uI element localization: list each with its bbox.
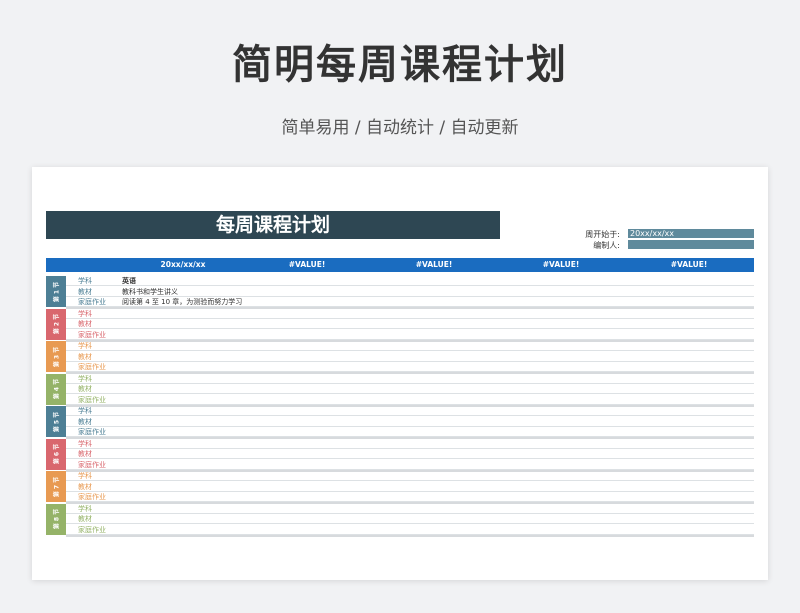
period-row-subject[interactable]: 学科 bbox=[66, 341, 754, 351]
material-value[interactable]: 教科书和学生讲义 bbox=[122, 287, 178, 297]
period-tag-label: 第 1 节 bbox=[53, 281, 61, 302]
homework-label: 家庭作业 bbox=[78, 525, 106, 534]
period-row-homework[interactable]: 家庭作业 bbox=[66, 460, 754, 470]
period-tag: 第 1 节 bbox=[46, 276, 66, 307]
homework-label: 家庭作业 bbox=[78, 428, 106, 436]
period-tag: 第 8 节 bbox=[46, 503, 66, 535]
subject-label: 学科 bbox=[78, 342, 92, 350]
period-section: 第 5 节 学科教材家庭作业 bbox=[46, 406, 754, 437]
period-row-subject[interactable]: 学科 bbox=[66, 406, 754, 416]
period-row-homework[interactable]: 家庭作业 bbox=[66, 427, 754, 437]
material-label: 教材 bbox=[78, 320, 92, 328]
material-label: 教材 bbox=[78, 417, 92, 426]
period-row-subject[interactable]: 学科 bbox=[66, 439, 754, 449]
period-row-subject[interactable]: 学科 bbox=[66, 471, 754, 481]
page-title: 简明每周课程计划 bbox=[232, 42, 568, 88]
header-date-3: #VALUE! bbox=[415, 260, 453, 269]
period-tag-label: 第 6 节 bbox=[53, 443, 61, 465]
week-start-label: 周开始于: bbox=[585, 230, 620, 239]
period-tag-label: 第 3 节 bbox=[53, 346, 61, 367]
subject-label: 学科 bbox=[78, 439, 92, 448]
subject-label: 学科 bbox=[78, 277, 92, 285]
period-row-material[interactable]: 教材 bbox=[66, 449, 754, 459]
period-row-material[interactable]: 教材 bbox=[66, 514, 754, 524]
week-start-field[interactable]: 20xx/xx/xx bbox=[628, 229, 754, 238]
period-row-homework[interactable]: 家庭作业 bbox=[66, 525, 754, 535]
material-label: 教材 bbox=[78, 482, 92, 491]
material-label: 教材 bbox=[78, 287, 92, 296]
period-tag: 第 4 节 bbox=[46, 373, 66, 405]
period-section: 第 6 节 学科教材家庭作业 bbox=[46, 438, 754, 470]
period-row-homework[interactable]: 家庭作业 阅读第 4 至 10 章，为测验而努力学习 bbox=[66, 297, 754, 307]
period-section: 第 8 节 学科教材家庭作业 bbox=[46, 503, 754, 535]
period-row-material[interactable]: 教材 教科书和学生讲义 bbox=[66, 287, 754, 297]
subject-value[interactable]: 英语 bbox=[122, 276, 136, 286]
period-section: 第 3 节 学科教材家庭作业 bbox=[46, 341, 754, 372]
section-divider bbox=[66, 534, 754, 537]
period-row-homework[interactable]: 家庭作业 bbox=[66, 492, 754, 502]
period-row-material[interactable]: 教材 bbox=[66, 482, 754, 492]
homework-label: 家庭作业 bbox=[78, 460, 106, 469]
header-date-1: 20xx/xx/xx bbox=[160, 260, 206, 269]
period-tag: 第 6 节 bbox=[46, 438, 66, 470]
period-section: 第 1 节 学科 英语教材 教科书和学生讲义家庭作业 阅读第 4 至 10 章，为测验而… bbox=[46, 276, 754, 307]
period-tag-label: 第 2 节 bbox=[53, 313, 61, 335]
period-tag: 第 2 节 bbox=[46, 308, 66, 340]
planner-sheet: 每周课程计划 周开始于: 20xx/xx/xx 编制人: 20xx/xx/xx … bbox=[32, 167, 768, 580]
header-date-2: #VALUE! bbox=[288, 260, 326, 269]
period-section: 第 2 节 学科教材家庭作业 bbox=[46, 308, 754, 340]
subject-label: 学科 bbox=[78, 374, 92, 383]
homework-label: 家庭作业 bbox=[78, 395, 106, 404]
period-row-homework[interactable]: 家庭作业 bbox=[66, 362, 754, 372]
period-tag: 第 3 节 bbox=[46, 341, 66, 372]
period-tag-label: 第 4 节 bbox=[53, 378, 61, 400]
page-subtitle: 简单易用 / 自动统计 / 自动更新 bbox=[281, 118, 519, 138]
period-row-subject[interactable]: 学科 英语 bbox=[66, 276, 754, 286]
period-row-homework[interactable]: 家庭作业 bbox=[66, 330, 754, 340]
period-row-homework[interactable]: 家庭作业 bbox=[66, 395, 754, 405]
subject-label: 学科 bbox=[78, 407, 92, 415]
period-tag-label: 第 5 节 bbox=[53, 411, 61, 432]
period-row-subject[interactable]: 学科 bbox=[66, 309, 754, 319]
period-tag: 第 5 节 bbox=[46, 406, 66, 437]
period-tag-label: 第 8 节 bbox=[53, 508, 61, 530]
homework-value[interactable]: 阅读第 4 至 10 章，为测验而努力学习 bbox=[122, 297, 242, 307]
editor-field[interactable] bbox=[628, 240, 754, 249]
homework-label: 家庭作业 bbox=[78, 330, 106, 339]
homework-label: 家庭作业 bbox=[78, 298, 106, 306]
period-row-subject[interactable]: 学科 bbox=[66, 504, 754, 514]
material-label: 教材 bbox=[78, 385, 92, 393]
subject-label: 学科 bbox=[78, 504, 92, 513]
subject-label: 学科 bbox=[78, 309, 92, 318]
period-tag: 第 7 节 bbox=[46, 471, 66, 502]
sheet-banner-title: 每周课程计划 bbox=[46, 211, 500, 239]
material-label: 教材 bbox=[78, 352, 92, 361]
editor-label: 编制人: bbox=[593, 241, 620, 250]
material-label: 教材 bbox=[78, 515, 92, 523]
homework-label: 家庭作业 bbox=[78, 493, 106, 501]
period-row-material[interactable]: 教材 bbox=[66, 319, 754, 329]
header-date-4: #VALUE! bbox=[542, 260, 580, 269]
period-row-material[interactable]: 教材 bbox=[66, 384, 754, 394]
period-row-material[interactable]: 教材 bbox=[66, 417, 754, 427]
period-row-material[interactable]: 教材 bbox=[66, 352, 754, 362]
subject-label: 学科 bbox=[78, 472, 92, 480]
period-row-subject[interactable]: 学科 bbox=[66, 374, 754, 384]
period-section: 第 7 节 学科教材家庭作业 bbox=[46, 471, 754, 502]
period-tag-label: 第 7 节 bbox=[53, 476, 61, 497]
period-section: 第 4 节 学科教材家庭作业 bbox=[46, 373, 754, 405]
homework-label: 家庭作业 bbox=[78, 363, 106, 371]
header-date-5: #VALUE! bbox=[670, 260, 708, 269]
date-header-bar: 20xx/xx/xx #VALUE! #VALUE! #VALUE! #VALU… bbox=[46, 258, 754, 272]
material-label: 教材 bbox=[78, 450, 92, 458]
